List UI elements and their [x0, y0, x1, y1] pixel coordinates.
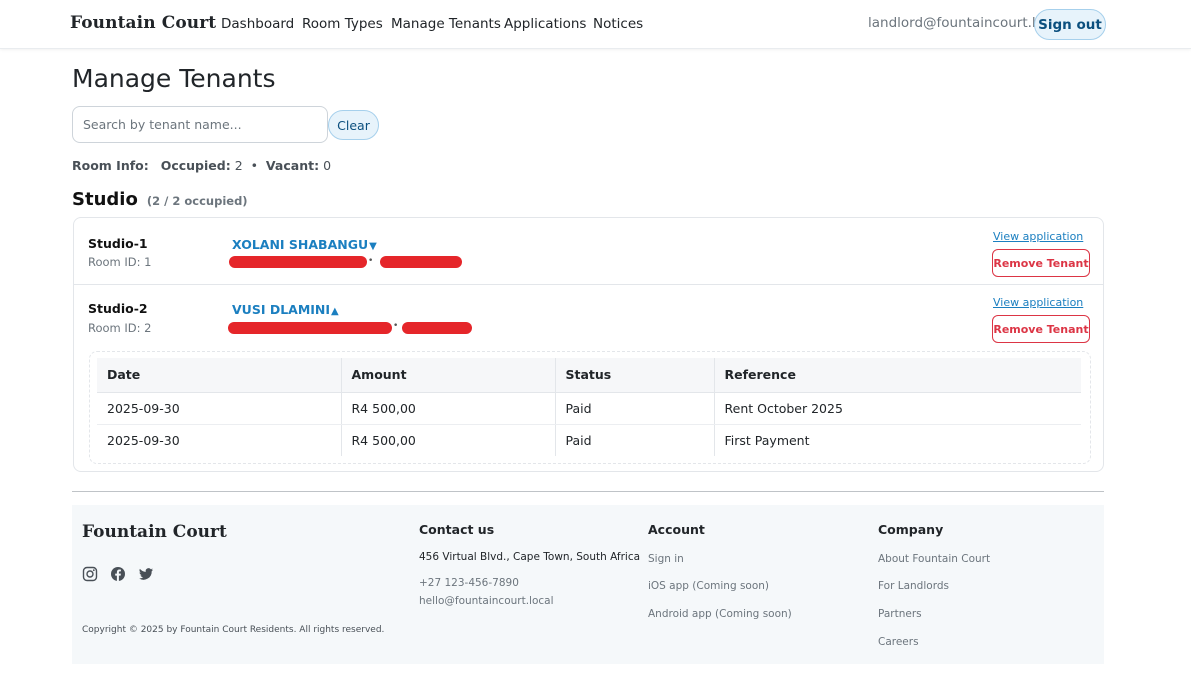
- twitter-icon[interactable]: [138, 566, 154, 582]
- col-status: Status: [555, 358, 715, 393]
- footer-landlords-link[interactable]: For Landlords: [878, 580, 949, 592]
- room-type-name: Studio: [72, 189, 138, 210]
- nav-applications[interactable]: Applications: [504, 16, 586, 32]
- footer-careers-link[interactable]: Careers: [878, 636, 919, 648]
- payment-amount: R4 500,00: [341, 392, 556, 425]
- tenants-card: Studio-1 Room ID: 1 XOLANI SHABANGU▼ • V…: [73, 217, 1104, 472]
- footer-brand: Fountain Court: [82, 522, 227, 542]
- occupied-label: Occupied:: [160, 158, 231, 173]
- footer-sign-in-link[interactable]: Sign in: [648, 553, 684, 565]
- footer-android-app-link[interactable]: Android app (Coming soon): [648, 608, 792, 620]
- payment-reference: Rent October 2025: [714, 392, 1081, 425]
- vacant-count: 0: [323, 158, 332, 173]
- payment-history-panel: Date Amount Status Reference 2025-09-30 …: [89, 351, 1091, 464]
- room-name: Studio-1: [88, 236, 148, 251]
- redacted-contact: [402, 322, 472, 334]
- account-heading: Account: [648, 522, 705, 537]
- table-row: 2025-09-30 R4 500,00 Paid First Payment: [97, 424, 1081, 456]
- redacted-contact: [228, 322, 392, 334]
- nav-dashboard[interactable]: Dashboard: [221, 16, 294, 32]
- payment-table: Date Amount Status Reference 2025-09-30 …: [97, 358, 1081, 456]
- copyright-text: Copyright © 2025 by Fountain Court Resid…: [82, 625, 385, 635]
- nav-notices[interactable]: Notices: [593, 16, 643, 32]
- company-heading: Company: [878, 522, 944, 537]
- footer-divider: [72, 491, 1104, 492]
- tenant-search-input[interactable]: [72, 106, 328, 143]
- brand-logo[interactable]: Fountain Court: [70, 13, 216, 33]
- tenant-name: XOLANI SHABANGU: [232, 237, 369, 252]
- room-id: Room ID: 1: [88, 255, 152, 269]
- clear-search-button[interactable]: Clear: [328, 110, 379, 140]
- contact-phone[interactable]: +27 123-456-7890: [419, 577, 519, 589]
- footer-about-link[interactable]: About Fountain Court: [878, 553, 990, 565]
- remove-tenant-button[interactable]: Remove Tenant: [992, 315, 1090, 343]
- col-reference: Reference: [714, 358, 1081, 393]
- row-divider: [74, 284, 1103, 285]
- contact-address: 456 Virtual Blvd., Cape Town, South Afri…: [419, 551, 641, 563]
- tenant-name: VUSI DLAMINI: [232, 302, 331, 317]
- contact-heading: Contact us: [419, 522, 495, 537]
- view-application-link[interactable]: View application: [993, 296, 1083, 309]
- table-row: 2025-09-30 R4 500,00 Paid Rent October 2…: [97, 392, 1081, 425]
- separator-dot: •: [393, 321, 399, 331]
- payment-reference: First Payment: [724, 432, 810, 448]
- room-info-summary: Room Info: Occupied: 2 • Vacant: 0: [72, 158, 332, 173]
- top-navbar: Fountain Court Dashboard Room Types Mana…: [0, 0, 1191, 49]
- room-type-heading: Studio (2 / 2 occupied): [72, 189, 248, 210]
- facebook-icon[interactable]: [110, 566, 126, 582]
- vacant-label: Vacant:: [265, 158, 320, 173]
- redacted-contact: [380, 256, 462, 268]
- footer: Fountain Court Copyright © 2025 by Fount…: [72, 505, 1104, 664]
- payment-status: Paid: [555, 424, 715, 456]
- caret-up-icon: ▲: [331, 306, 339, 317]
- room-name: Studio-2: [88, 301, 148, 316]
- occupied-count: 2: [234, 158, 243, 173]
- room-type-occupancy: (2 / 2 occupied): [146, 194, 248, 208]
- remove-tenant-button[interactable]: Remove Tenant: [992, 249, 1090, 277]
- nav-room-types[interactable]: Room Types: [302, 16, 383, 32]
- room-id: Room ID: 2: [88, 321, 152, 335]
- col-amount: Amount: [341, 358, 556, 393]
- contact-email[interactable]: hello@fountaincourt.local: [419, 595, 554, 607]
- payment-amount: R4 500,00: [341, 424, 556, 456]
- nav-manage-tenants[interactable]: Manage Tenants: [391, 16, 501, 32]
- payment-status: Paid: [555, 392, 715, 425]
- tenant-name-toggle[interactable]: VUSI DLAMINI▲: [232, 302, 339, 317]
- payment-date: 2025-09-30: [97, 424, 342, 456]
- caret-down-icon: ▼: [369, 241, 377, 252]
- page-title: Manage Tenants: [72, 64, 276, 93]
- table-header-row: Date Amount Status Reference: [97, 358, 1081, 393]
- footer-ios-app-link[interactable]: iOS app (Coming soon): [648, 580, 769, 592]
- view-application-link[interactable]: View application: [993, 230, 1083, 243]
- room-info-label: Room Info:: [72, 158, 149, 173]
- tenant-name-toggle[interactable]: XOLANI SHABANGU▼: [232, 237, 377, 252]
- sign-out-button[interactable]: Sign out: [1034, 9, 1106, 40]
- instagram-icon[interactable]: [82, 566, 98, 582]
- col-date: Date: [97, 358, 342, 393]
- separator-dot: •: [368, 256, 374, 266]
- redacted-contact: [229, 256, 367, 268]
- footer-partners-link[interactable]: Partners: [878, 608, 922, 620]
- payment-date: 2025-09-30: [97, 392, 342, 425]
